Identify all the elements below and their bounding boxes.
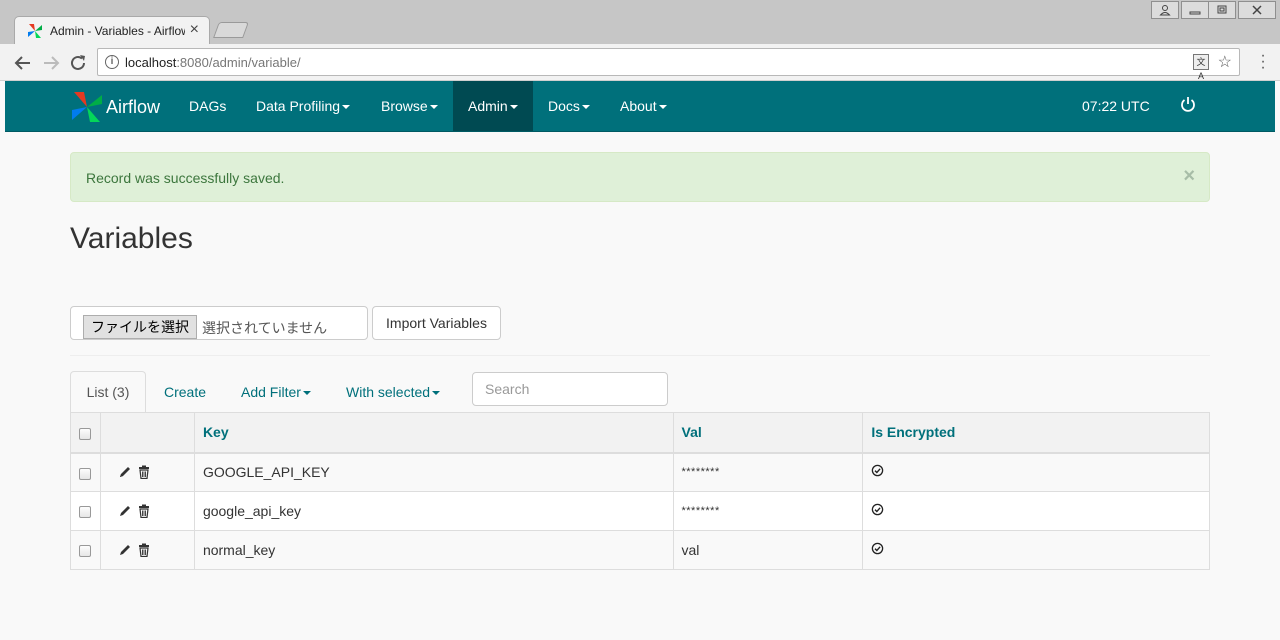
- actions-header: [99, 412, 195, 454]
- nav-browse[interactable]: Browse: [366, 81, 453, 131]
- airflow-favicon-icon: [28, 24, 42, 38]
- forward-arrow-icon[interactable]: [40, 52, 62, 74]
- browser-toolbar: i localhost:8080/admin/variable/ 文A ☆ · ·…: [0, 44, 1280, 81]
- address-url: localhost:8080/admin/variable/: [125, 55, 301, 70]
- caret-down-icon: [432, 391, 441, 396]
- address-bar[interactable]: i localhost:8080/admin/variable/ 文A ☆: [97, 48, 1240, 81]
- utc-clock: 07:22 UTC: [1082, 98, 1150, 114]
- table-row: google_api_key ********: [70, 491, 1210, 531]
- encrypted-cell: [862, 452, 1210, 492]
- power-logout-icon[interactable]: [1180, 96, 1196, 112]
- val-cell: val: [672, 530, 864, 570]
- pencil-edit-icon[interactable]: [118, 465, 132, 479]
- file-input[interactable]: ファイルを選択 選択されていません: [70, 306, 368, 340]
- caret-down-icon: [302, 391, 311, 396]
- row-select-cell: [70, 530, 101, 570]
- browser-tab[interactable]: Admin - Variables - Airflow ×: [14, 16, 210, 44]
- trash-delete-icon[interactable]: [137, 504, 151, 518]
- encrypted-cell: [862, 530, 1210, 570]
- alert-close-icon[interactable]: ×: [1183, 165, 1195, 188]
- tab-list[interactable]: List (3): [70, 371, 146, 413]
- row-actions: [99, 530, 195, 570]
- row-checkbox[interactable]: [79, 545, 91, 558]
- row-select-cell: [70, 491, 101, 531]
- with-selected-dropdown[interactable]: With selected: [346, 371, 441, 413]
- val-cell: ********: [672, 491, 864, 531]
- row-checkbox[interactable]: [79, 467, 91, 480]
- bookmark-star-icon[interactable]: ☆: [1218, 52, 1232, 72]
- tab-create[interactable]: Create: [164, 371, 206, 413]
- close-window-icon[interactable]: [1238, 1, 1276, 19]
- tab-close-icon[interactable]: ×: [190, 21, 199, 39]
- column-header-val[interactable]: Val: [672, 412, 864, 454]
- caret-down-icon: [658, 105, 667, 110]
- caret-down-icon: [581, 105, 590, 110]
- translate-icon[interactable]: 文A: [1193, 54, 1209, 81]
- select-all-cell: [70, 412, 101, 454]
- nav-data-profiling[interactable]: Data Profiling: [241, 81, 365, 131]
- row-actions: [99, 491, 195, 531]
- divider: [70, 355, 1210, 356]
- site-info-icon[interactable]: i: [105, 55, 119, 69]
- browser-tabstrip: Admin - Variables - Airflow ×: [0, 0, 1280, 44]
- trash-delete-icon[interactable]: [137, 543, 151, 557]
- table-row: GOOGLE_API_KEY ********: [70, 452, 1210, 492]
- minimize-window-icon[interactable]: [1181, 1, 1209, 19]
- file-status-text: 選択されていません: [202, 320, 328, 336]
- row-checkbox[interactable]: [79, 506, 91, 519]
- val-cell: ********: [672, 452, 864, 492]
- variables-table: Key Val Is Encrypted GOOGLE_API_KEY ****…: [70, 412, 1210, 570]
- check-circle-icon: [872, 503, 884, 516]
- table-header-row: Key Val Is Encrypted: [70, 412, 1210, 454]
- airflow-logo-icon: [72, 92, 102, 122]
- check-circle-icon: [872, 542, 884, 555]
- brand-name: Airflow: [106, 96, 161, 117]
- key-cell: normal_key: [193, 530, 674, 570]
- new-tab-button[interactable]: [213, 22, 249, 38]
- caret-down-icon: [342, 105, 351, 110]
- search-input[interactable]: Search: [472, 372, 668, 406]
- pencil-edit-icon[interactable]: [118, 504, 132, 518]
- key-cell: GOOGLE_API_KEY: [193, 452, 674, 492]
- caret-down-icon: [429, 105, 438, 110]
- caret-down-icon: [509, 105, 518, 110]
- browser-menu-icon[interactable]: · · ·: [1260, 48, 1266, 76]
- profile-icon[interactable]: [1151, 1, 1179, 19]
- row-select-cell: [70, 452, 101, 492]
- column-header-is-encrypted[interactable]: Is Encrypted: [862, 412, 1210, 454]
- list-tabs: List (3) Create Add Filter With selected…: [70, 371, 1210, 413]
- page-title: Variables: [70, 222, 193, 255]
- trash-delete-icon[interactable]: [137, 465, 151, 480]
- table-row: normal_key val: [70, 530, 1210, 570]
- choose-file-button[interactable]: ファイルを選択: [83, 315, 197, 339]
- key-cell: google_api_key: [193, 491, 674, 531]
- pencil-edit-icon[interactable]: [118, 543, 132, 557]
- success-alert: Record was successfully saved. ×: [70, 152, 1210, 202]
- nav-docs[interactable]: Docs: [533, 81, 605, 131]
- row-actions: [99, 452, 195, 492]
- airflow-navbar: Airflow DAGs Data Profiling Browse Admin…: [5, 81, 1275, 132]
- select-all-checkbox[interactable]: [79, 427, 91, 440]
- browser-tab-title: Admin - Variables - Airflow: [50, 24, 185, 38]
- nav-about[interactable]: About: [605, 81, 682, 131]
- add-filter-dropdown[interactable]: Add Filter: [241, 371, 311, 413]
- reload-icon[interactable]: [67, 52, 89, 74]
- back-arrow-icon[interactable]: [12, 52, 34, 74]
- encrypted-cell: [862, 491, 1210, 531]
- restore-window-icon[interactable]: [1208, 1, 1236, 19]
- import-variables-button[interactable]: Import Variables: [372, 306, 501, 340]
- alert-message: Record was successfully saved.: [86, 170, 285, 186]
- nav-dags[interactable]: DAGs: [174, 81, 241, 131]
- nav-admin[interactable]: Admin: [453, 81, 533, 131]
- brand-link[interactable]: Airflow: [70, 90, 160, 124]
- check-circle-icon: [872, 464, 884, 477]
- column-header-key[interactable]: Key: [193, 412, 674, 454]
